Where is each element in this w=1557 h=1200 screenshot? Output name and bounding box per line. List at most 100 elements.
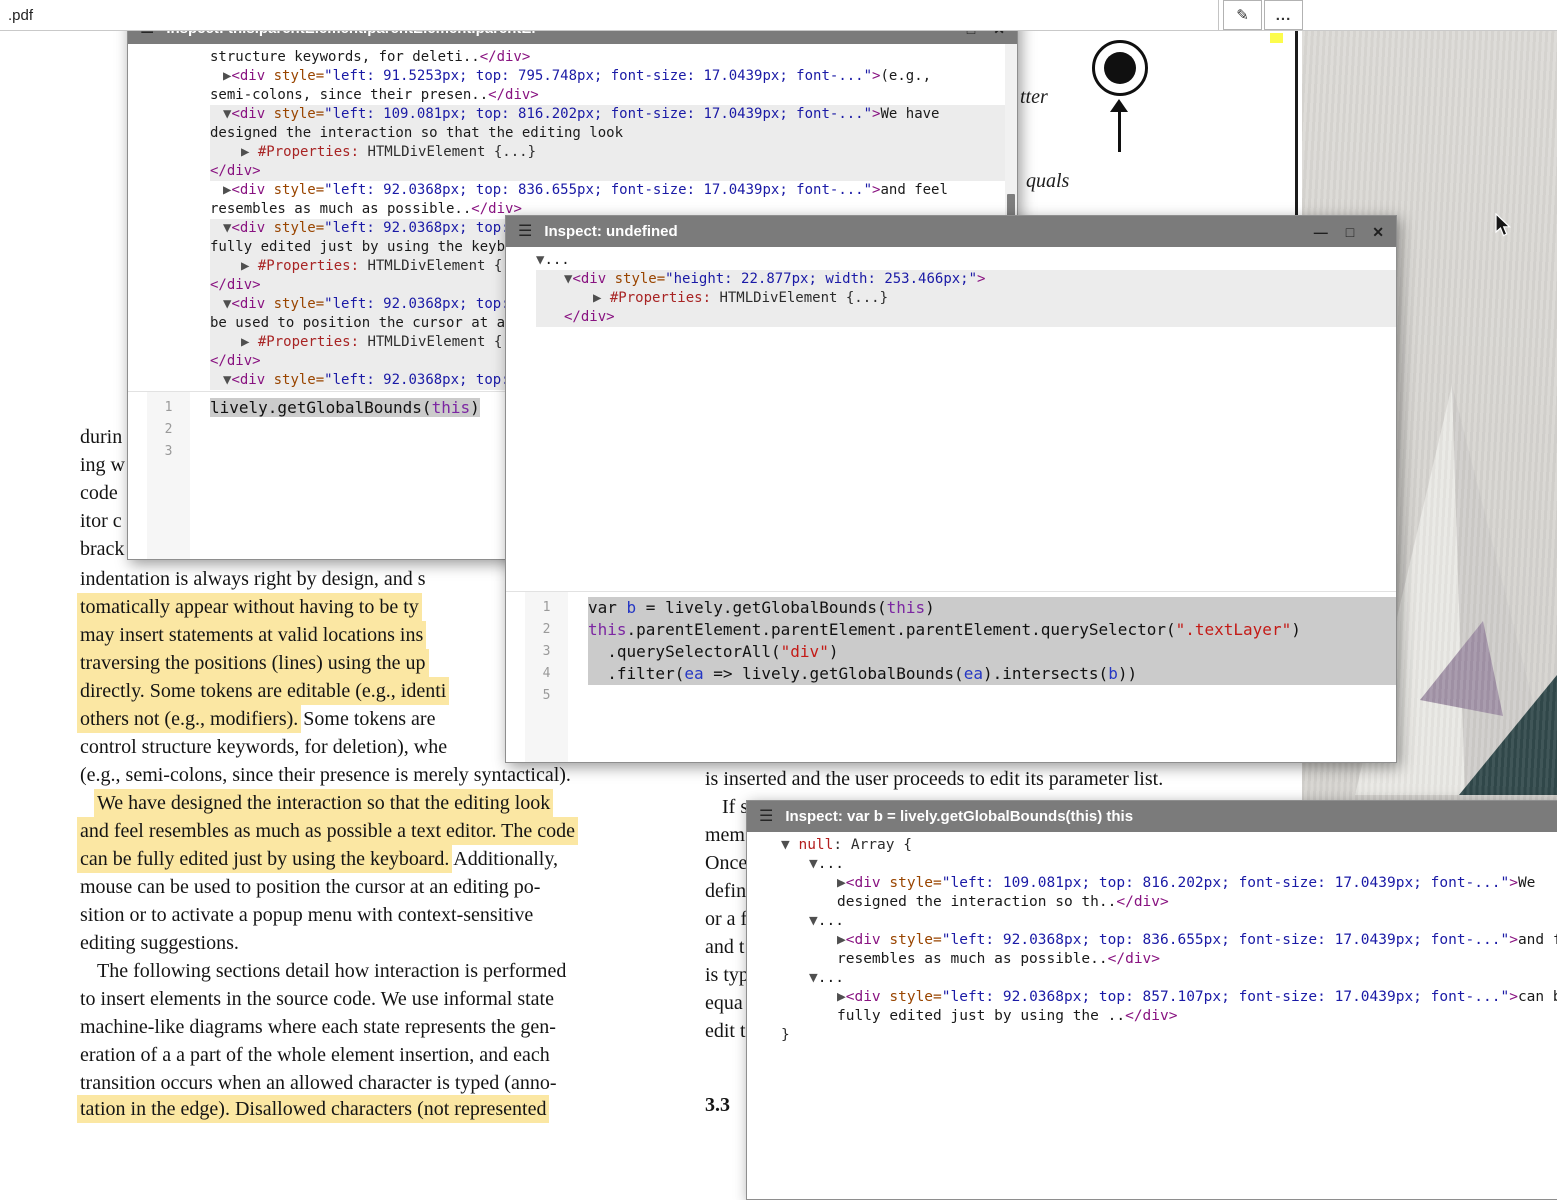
- tree-row[interactable]: ▶<div style="left: 91.5253px; top: 795.7…: [210, 67, 1017, 86]
- text-segment: .parentElement.parentElement.parentEleme…: [627, 620, 1176, 639]
- menu-icon[interactable]: ☰: [759, 809, 773, 825]
- tree-row[interactable]: ▼<div style="height: 22.877px; width: 25…: [536, 270, 1396, 289]
- tree-row[interactable]: ▶ #Properties: HTMLDivElement {...}: [210, 143, 1017, 162]
- pdf-tab-title[interactable]: .pdf: [8, 7, 33, 24]
- more-options-button[interactable]: ...: [1264, 0, 1303, 30]
- code-line[interactable]: .querySelectorAll("div"): [588, 641, 1396, 663]
- text-segment: this: [588, 620, 627, 639]
- pdf-text-line: directly. Some tokens are editable (e.g.…: [80, 680, 446, 703]
- text-segment: HTMLDivElement {...}: [711, 290, 888, 306]
- tree-row[interactable]: ▼...: [781, 855, 1557, 874]
- tree-row[interactable]: ▶<div style="left: 109.081px; top: 816.2…: [781, 874, 1557, 893]
- tree-row[interactable]: resembles as much as possible..</div>: [781, 950, 1557, 969]
- tree-row[interactable]: ▶<div style="left: 92.0368px; top: 857.1…: [781, 988, 1557, 1007]
- code-editor-pane[interactable]: 12345 var b = lively.getGlobalBounds(thi…: [506, 591, 1396, 762]
- pdf-text: eration of a a part of the whole element…: [80, 1044, 550, 1066]
- text-segment: semi-colons, since their presen..: [210, 87, 488, 103]
- toolbar-divider: [1218, 0, 1219, 30]
- text-segment: )): [1118, 664, 1137, 683]
- pdf-text-line: control structure keywords, for deletion…: [80, 736, 447, 759]
- tree-row[interactable]: ▼<div style="left: 109.081px; top: 816.2…: [210, 105, 1017, 124]
- text-segment: <div: [231, 182, 265, 198]
- text-segment: </div>: [1116, 894, 1168, 910]
- tree-row[interactable]: ▼...: [781, 969, 1557, 988]
- text-segment: resembles as much as possible..: [837, 951, 1108, 967]
- tree-row[interactable]: designed the interaction so th..</div>: [781, 893, 1557, 912]
- pdf-text-line: can be fully edited just by using the ke…: [80, 848, 558, 871]
- pdf-text-line: equa: [705, 992, 743, 1015]
- text-segment: <div: [572, 271, 606, 287]
- pdf-text-line: others not (e.g., modifiers). Some token…: [80, 708, 440, 731]
- text-segment: fully edited just by using the ..: [837, 1008, 1125, 1024]
- tree-row[interactable]: </div>: [536, 308, 1396, 327]
- tree-row[interactable]: semi-colons, since their presen..</div>: [210, 86, 1017, 105]
- text-segment: <div: [846, 989, 881, 1005]
- text-segment: ▼: [809, 970, 818, 986]
- text-segment: b: [1108, 664, 1118, 683]
- minimize-button[interactable]: —: [1314, 225, 1328, 239]
- edit-button[interactable]: ✎: [1223, 0, 1262, 30]
- tree-row[interactable]: }: [781, 1026, 1557, 1045]
- ellipsis-icon: ...: [1276, 7, 1292, 24]
- pdf-text-line: editing suggestions.: [80, 932, 239, 955]
- figure-end-event-inner-dot: [1104, 52, 1136, 84]
- pdf-text-line: (e.g., semi-colons, since their presence…: [80, 764, 571, 787]
- text-segment: = lively.getGlobalBounds(: [636, 598, 886, 617]
- code-line[interactable]: this.parentElement.parentElement.parentE…: [588, 619, 1396, 641]
- line-number: 5: [525, 685, 568, 707]
- text-segment: null: [798, 837, 833, 853]
- window-titlebar[interactable]: ☰ Inspect: undefined — □ ✕: [506, 216, 1396, 247]
- text-segment: We have: [880, 106, 939, 122]
- code-line[interactable]: .filter(ea => lively.getGlobalBounds(ea)…: [588, 663, 1396, 685]
- tree-row[interactable]: structure keywords, for deleti..</div>: [210, 48, 1017, 67]
- line-number: 4: [525, 663, 568, 685]
- pdf-text-line: durin: [80, 426, 122, 449]
- text-segment: ".textLayer": [1176, 620, 1292, 639]
- pdf-text-line: edit t: [705, 1020, 746, 1043]
- text-segment: ...: [818, 913, 844, 929]
- tree-row[interactable]: ▼...: [536, 251, 1396, 270]
- text-segment: </div>: [210, 163, 261, 179]
- text-segment: </div>: [210, 353, 261, 369]
- window-titlebar[interactable]: ☰ Inspect: var b = lively.getGlobalBound…: [747, 801, 1557, 832]
- text-segment: ): [829, 642, 839, 661]
- tree-row[interactable]: designed the interaction so that the edi…: [210, 124, 1017, 143]
- pdf-text-line: indentation is always right by design, a…: [80, 568, 426, 591]
- pdf-text: Additionally,: [449, 848, 558, 870]
- pdf-text: The following sections detail how intera…: [97, 960, 566, 982]
- text-segment: We: [1518, 875, 1535, 891]
- tree-row[interactable]: </div>: [210, 162, 1017, 181]
- pdf-text-line: tomatically appear without having to be …: [80, 596, 419, 619]
- text-segment: >: [1509, 989, 1518, 1005]
- pdf-text: ing w: [80, 454, 125, 476]
- code-line[interactable]: var b = lively.getGlobalBounds(this): [588, 597, 1396, 619]
- pdf-highlighted-text: others not (e.g., modifiers).: [80, 708, 298, 730]
- pdf-text-line: tation in the edge). Disallowed characte…: [80, 1098, 546, 1121]
- text-segment: .querySelectorAll(: [588, 642, 781, 661]
- maximize-button[interactable]: □: [1346, 225, 1354, 239]
- pdf-text: (e.g., semi-colons, since their presence…: [80, 764, 571, 786]
- pdf-highlighted-text: directly. Some tokens are editable (e.g.…: [80, 680, 446, 702]
- pdf-text-line: We have designed the interaction so that…: [97, 792, 550, 815]
- tree-row[interactable]: ▼...: [781, 912, 1557, 931]
- mouse-cursor: [1494, 213, 1516, 239]
- top-toolbar: .pdf ✎ ...: [0, 0, 1557, 31]
- close-button[interactable]: ✕: [1372, 225, 1384, 239]
- code-line[interactable]: [588, 685, 1396, 707]
- text-segment: <div: [231, 106, 265, 122]
- text-segment: style=: [265, 220, 324, 236]
- code-editor[interactable]: var b = lively.getGlobalBounds(this)this…: [568, 592, 1396, 762]
- pdf-text-line: defin: [705, 880, 746, 903]
- text-segment: "div": [781, 642, 829, 661]
- window-title: Inspect: var b = lively.getGlobalBounds(…: [785, 808, 1557, 825]
- tree-row[interactable]: ▶<div style="left: 92.0368px; top: 836.6…: [781, 931, 1557, 950]
- figure-label-upper: tter: [1020, 86, 1048, 109]
- menu-icon[interactable]: ☰: [518, 224, 532, 240]
- pdf-highlighted-text: tomatically appear without having to be …: [80, 596, 419, 618]
- pdf-text: or a f: [705, 908, 747, 930]
- tree-row[interactable]: ▶<div style="left: 92.0368px; top: 836.6…: [210, 181, 1017, 200]
- tree-row[interactable]: ▶ #Properties: HTMLDivElement {...}: [536, 289, 1396, 308]
- text-segment: : Array {: [833, 837, 912, 853]
- tree-row[interactable]: ▼ null: Array {: [781, 836, 1557, 855]
- tree-row[interactable]: fully edited just by using the ..</div>: [781, 1007, 1557, 1026]
